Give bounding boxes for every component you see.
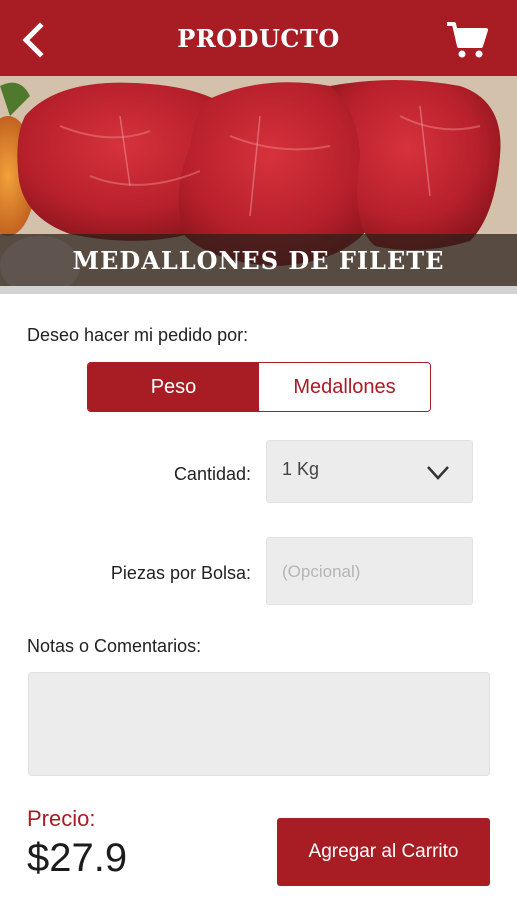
divider <box>0 286 517 294</box>
chevron-left-icon <box>22 22 44 58</box>
top-bar: PRODUCTO <box>0 0 517 76</box>
product-name-banner: MEDALLONES DE FILETE <box>0 234 517 286</box>
add-to-cart-button[interactable]: Agregar al Carrito <box>277 818 490 886</box>
notas-label: Notas o Comentarios: <box>27 636 202 656</box>
back-button[interactable] <box>18 22 50 58</box>
product-image: MEDALLONES DE FILETE <box>0 76 517 286</box>
cart-button[interactable] <box>445 20 489 60</box>
page-title: PRODUCTO <box>177 23 340 53</box>
order-mode-toggle: Peso Medallones <box>87 362 431 412</box>
piezas-input[interactable]: (Opcional) <box>266 537 473 605</box>
option-medallones[interactable]: Medallones <box>259 363 430 411</box>
price-label: Precio: <box>27 806 96 831</box>
product-name: MEDALLONES DE FILETE <box>72 245 445 275</box>
option-peso[interactable]: Peso <box>88 363 259 411</box>
piezas-label: Piezas por Bolsa: <box>110 563 251 583</box>
price-value: $27.9 <box>27 836 128 880</box>
piezas-placeholder: (Opcional) <box>282 562 361 581</box>
cantidad-select[interactable]: 1 Kg <box>266 440 473 503</box>
notas-textarea[interactable] <box>28 672 490 776</box>
cantidad-value: 1 Kg <box>282 459 320 479</box>
shopping-cart-icon <box>447 22 488 58</box>
order-prompt: Deseo hacer mi pedido por: <box>27 325 249 345</box>
cantidad-label: Cantidad: <box>173 464 251 484</box>
chevron-down-icon <box>427 466 449 480</box>
